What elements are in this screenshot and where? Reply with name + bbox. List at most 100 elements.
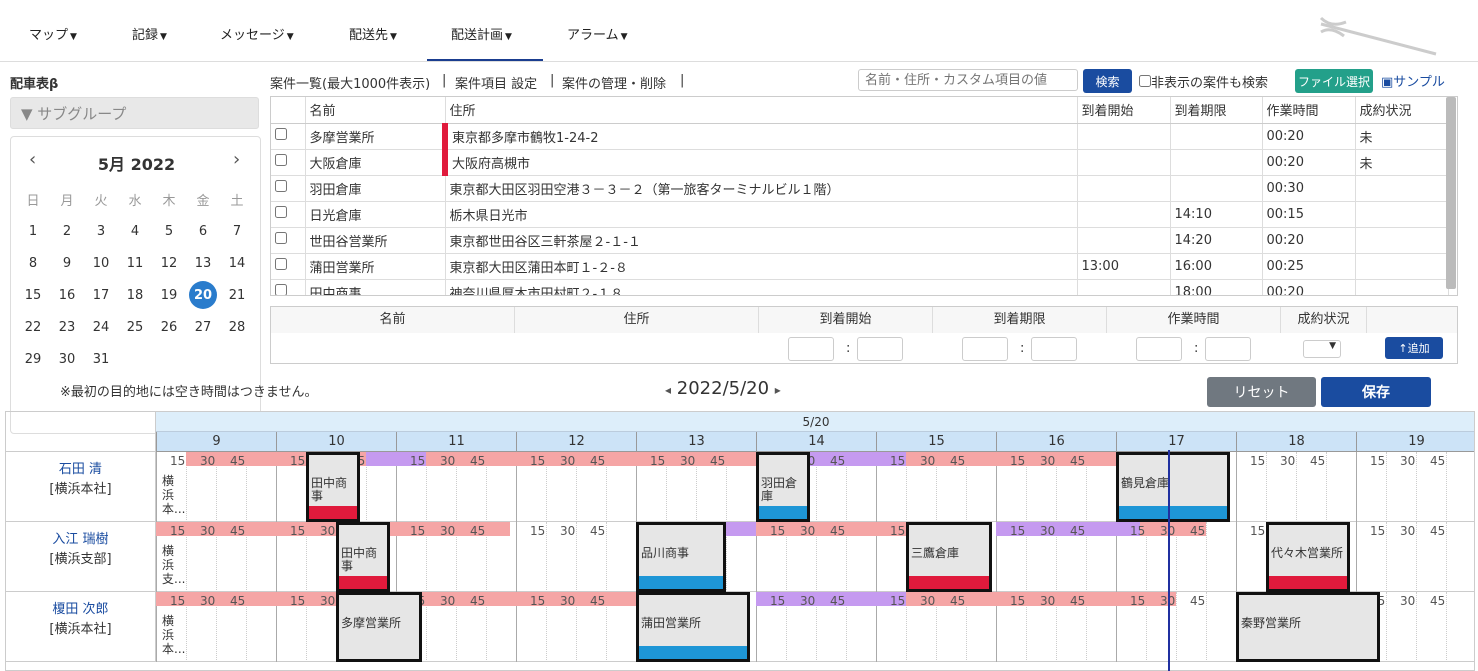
status-select[interactable]: ▼ [1303, 340, 1341, 358]
calendar-day[interactable]: 12 [152, 247, 186, 279]
stop-block[interactable]: 田中商事 [306, 452, 360, 522]
include-hidden-checkbox[interactable]: 非表示の案件も検索 [1139, 72, 1268, 91]
calendar-day[interactable]: 15 [16, 279, 50, 311]
driver-cell[interactable]: 榎田 次郎 [横浜本社] [6, 592, 156, 662]
calendar-day[interactable]: 1 [16, 215, 50, 247]
search-button[interactable]: 検索 [1083, 69, 1132, 93]
driver-name[interactable]: 入江 瑞樹 [6, 530, 155, 550]
table-row[interactable]: 羽田倉庫 東京都大田区羽田空港３－３－２（第一旅客ターミナルビル１階） 00:30 [271, 175, 1449, 202]
calendar-day[interactable]: 24 [84, 311, 118, 343]
case-manage-link[interactable]: 案件の管理・削除 [562, 73, 666, 92]
nav-delivery-plan[interactable]: 配送計画 ▼ [451, 24, 512, 43]
stop-block[interactable]: 多摩営業所 [336, 592, 423, 662]
nav-records[interactable]: 記録 ▼ [132, 24, 167, 43]
table-row[interactable]: 大阪倉庫 大阪府高槻市 00:20 未 [271, 149, 1449, 176]
calendar-day[interactable]: 28 [220, 311, 254, 343]
driver-cell[interactable]: 入江 瑞樹 [横浜支部] [6, 522, 156, 592]
row-checkbox[interactable] [275, 154, 287, 166]
row-checkbox[interactable] [275, 284, 287, 295]
calendar-day[interactable]: 29 [16, 343, 50, 375]
search-input[interactable] [858, 69, 1078, 91]
stop-block[interactable]: 田中商事 [336, 522, 390, 592]
start-min-input[interactable] [857, 337, 903, 361]
table-row[interactable]: 多摩営業所 東京都多摩市鶴牧1-24-2 00:20 未 [271, 123, 1449, 150]
current-time-line [1168, 450, 1170, 671]
calendar-day[interactable]: 4 [118, 215, 152, 247]
calendar-day[interactable]: 23 [50, 311, 84, 343]
calendar-day[interactable]: 14 [220, 247, 254, 279]
driver-name[interactable]: 石田 清 [6, 460, 155, 480]
row-checkbox[interactable] [275, 128, 287, 140]
calendar-day[interactable]: 8 [16, 247, 50, 279]
calendar-day[interactable]: 3 [84, 215, 118, 247]
calendar-day[interactable]: 25 [118, 311, 152, 343]
calendar-day[interactable]: 16 [50, 279, 84, 311]
limit-hour-input[interactable] [962, 337, 1008, 361]
stop-block[interactable]: 蒲田営業所 [636, 592, 750, 662]
calendar-day[interactable]: 7 [220, 215, 254, 247]
calendar-day[interactable]: 19 [152, 279, 186, 311]
add-button[interactable]: ↑追加 [1385, 337, 1443, 359]
row-checkbox[interactable] [275, 258, 287, 270]
sample-link[interactable]: ▣サンプル [1381, 71, 1445, 90]
form-h-work: 作業時間 [1107, 307, 1281, 333]
cell-status [1355, 253, 1449, 280]
row-checkbox[interactable] [275, 206, 287, 218]
stop-block[interactable]: 代々木営業所 [1266, 522, 1350, 592]
calendar-day[interactable]: 26 [152, 311, 186, 343]
driver-name[interactable]: 榎田 次郎 [6, 600, 155, 620]
stop-block[interactable]: 羽田倉庫 [756, 452, 810, 522]
quarter-gridline [1206, 522, 1207, 592]
calendar-day[interactable]: 30 [50, 343, 84, 375]
table-row[interactable]: 田中商事 神奈川県厚木市田村町２-１８ 18:00 00:20 [271, 279, 1449, 295]
calendar-day[interactable]: 13 [186, 247, 220, 279]
stop-block[interactable]: 鶴見倉庫 [1116, 452, 1230, 522]
calendar-day-selected[interactable]: 20 [186, 279, 220, 311]
checkbox[interactable] [1139, 75, 1151, 87]
calendar-day[interactable]: 27 [186, 311, 220, 343]
calendar-day[interactable]: 11 [118, 247, 152, 279]
calendar-day[interactable]: 22 [16, 311, 50, 343]
work-hour-input[interactable] [1136, 337, 1182, 361]
minute-tick: 45 [1190, 524, 1206, 538]
limit-min-input[interactable] [1031, 337, 1077, 361]
calendar-day[interactable]: 6 [186, 215, 220, 247]
calendar-day[interactable]: 17 [84, 279, 118, 311]
row-checkbox[interactable] [275, 232, 287, 244]
minute-tick: 15 [170, 454, 186, 468]
calendar-next-icon[interactable]: › [233, 149, 240, 170]
nav-map[interactable]: マップ ▼ [29, 24, 77, 43]
stop-block[interactable]: 秦野営業所 [1236, 592, 1380, 662]
origin-label: 横浜本... [162, 614, 186, 656]
reset-button[interactable]: リセット [1207, 377, 1316, 407]
form-h-name: 名前 [271, 307, 515, 333]
date-next-icon[interactable]: ▸ [775, 383, 781, 397]
stop-block[interactable]: 品川商事 [636, 522, 726, 592]
minute-tick: 45 [950, 594, 966, 608]
calendar-day[interactable]: 18 [118, 279, 152, 311]
work-min-input[interactable] [1205, 337, 1251, 361]
calendar-day[interactable]: 9 [50, 247, 84, 279]
item-settings-link[interactable]: 案件項目 設定 [455, 73, 537, 92]
subgroup-dropdown[interactable]: ▼ サブグループ [10, 97, 259, 129]
save-button[interactable]: 保存 [1321, 377, 1431, 407]
calendar-day[interactable]: 5 [152, 215, 186, 247]
nav-destinations[interactable]: 配送先 ▼ [349, 24, 397, 43]
row-checkbox[interactable] [275, 180, 287, 192]
table-row[interactable]: 蒲田営業所 東京都大田区蒲田本町１-２-８ 13:00 16:00 00:25 [271, 253, 1449, 280]
calendar-day[interactable]: 31 [84, 343, 118, 375]
nav-messages[interactable]: メッセージ ▼ [220, 24, 294, 43]
stop-block[interactable]: 三鷹倉庫 [906, 522, 993, 592]
calendar-day[interactable]: 21 [220, 279, 254, 311]
weekday-label: 月 [60, 193, 74, 209]
table-row[interactable]: 日光倉庫 栃木県日光市 14:10 00:15 [271, 201, 1449, 228]
nav-alarm[interactable]: アラーム ▼ [567, 24, 628, 43]
start-hour-input[interactable] [788, 337, 834, 361]
file-select-button[interactable]: ファイル選択 [1295, 69, 1373, 93]
calendar-day[interactable]: 2 [50, 215, 84, 247]
driver-cell[interactable]: 石田 清 [横浜本社] [6, 452, 156, 522]
date-prev-icon[interactable]: ◂ [665, 383, 671, 397]
table-scrollbar[interactable] [1446, 97, 1456, 289]
table-row[interactable]: 世田谷営業所 東京都世田谷区三軒茶屋２-１-１ 14:20 00:20 [271, 227, 1449, 254]
calendar-day[interactable]: 10 [84, 247, 118, 279]
